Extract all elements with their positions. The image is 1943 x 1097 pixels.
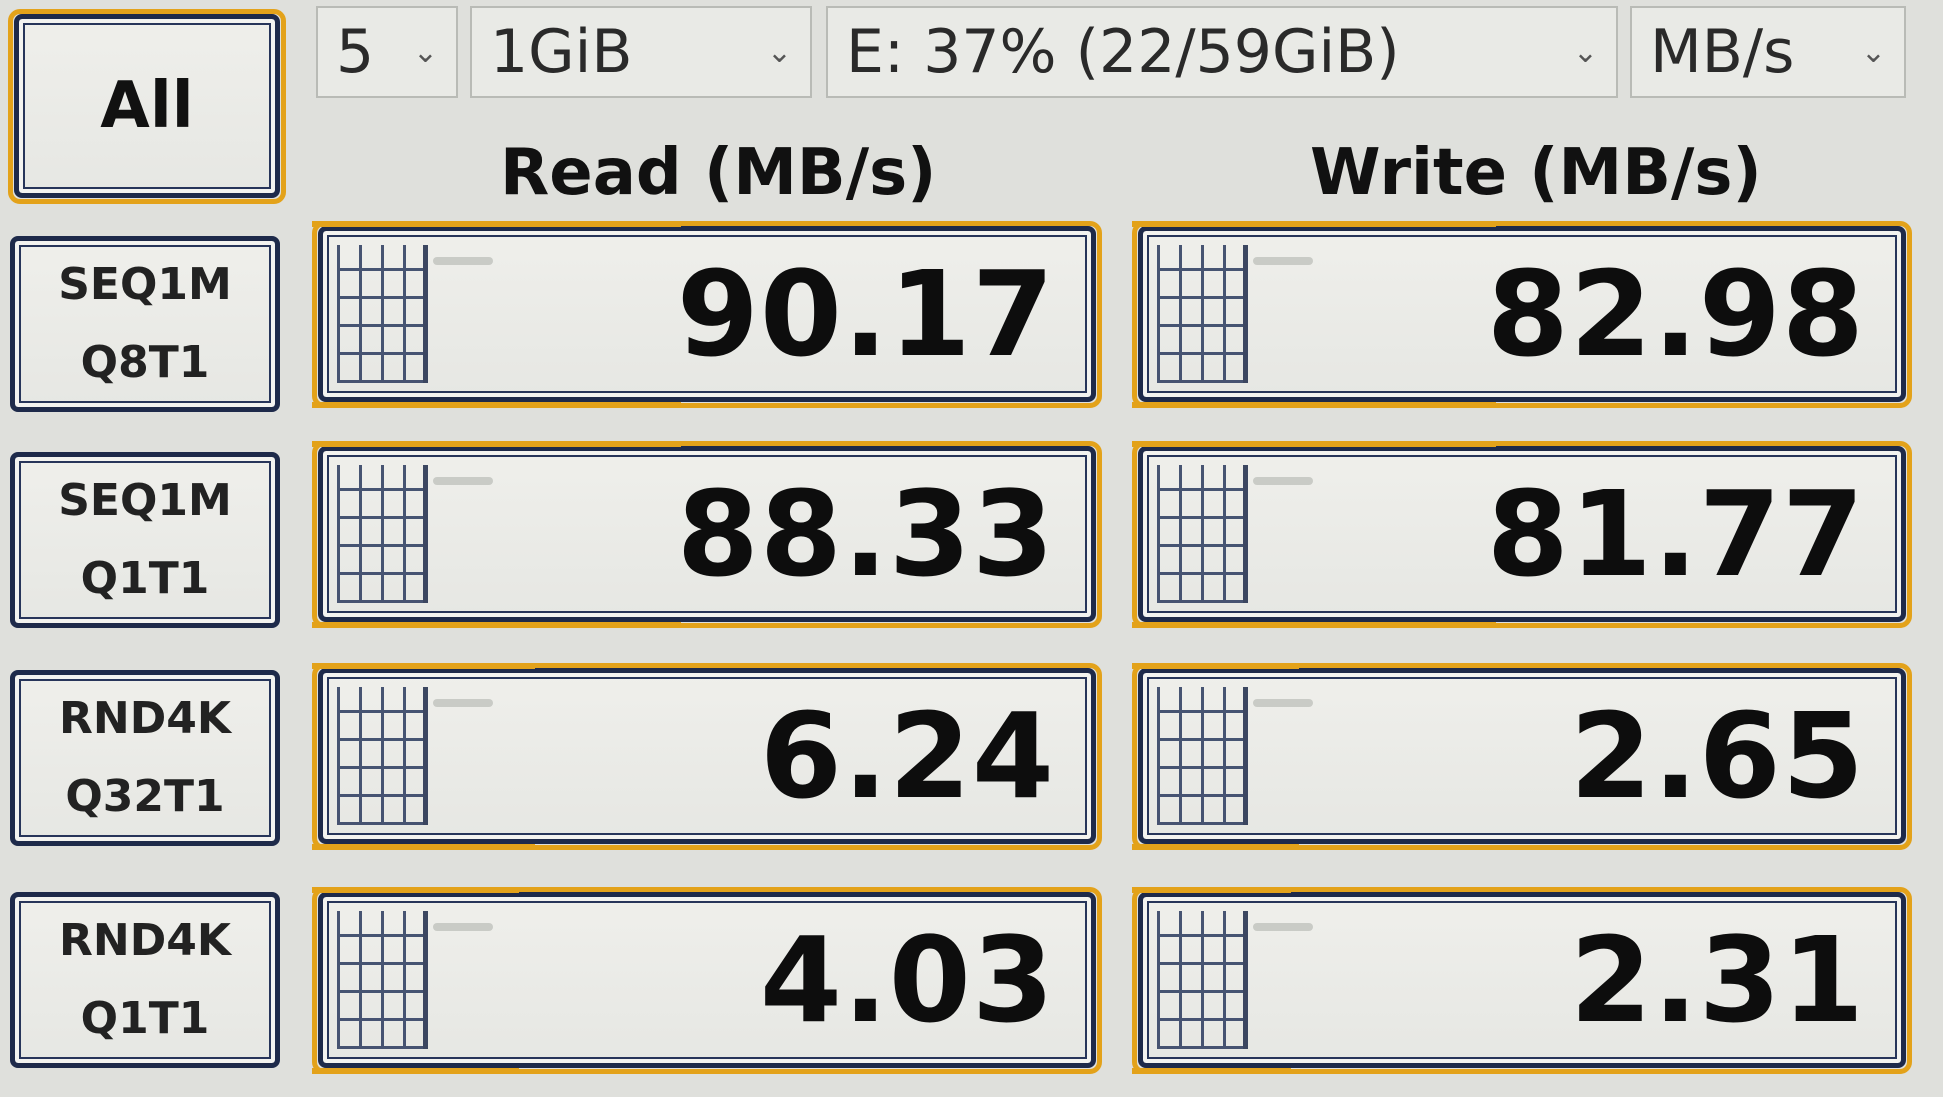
read-progress-bar: [312, 402, 681, 408]
test-button-rnd4k-q32t1[interactable]: RND4K Q32T1: [10, 670, 280, 846]
write-result: 82.98: [1132, 221, 1912, 408]
test-button-seq1m-q1t1[interactable]: SEQ1M Q1T1: [10, 452, 280, 628]
read-header: Read (MB/s): [500, 136, 937, 210]
read-result: 88.33: [312, 441, 1102, 628]
read-value: 4.03: [759, 911, 1055, 1049]
drive-value: E: 37% (22/59GiB): [846, 17, 1400, 87]
write-progress-bar: [1132, 663, 1299, 669]
test-button-rnd4k-q1t1[interactable]: RND4K Q1T1: [10, 892, 280, 1068]
grid-icon: [337, 465, 428, 603]
write-result: 2.65: [1132, 663, 1912, 850]
decor-swoosh: [433, 923, 493, 931]
unit-select[interactable]: MB/s ⌄: [1630, 6, 1906, 98]
grid-icon: [1157, 911, 1248, 1049]
write-progress-bar: [1132, 402, 1496, 408]
decor-swoosh: [1253, 699, 1313, 707]
chevron-down-icon: ⌄: [1572, 34, 1598, 70]
write-result: 2.31: [1132, 887, 1912, 1074]
read-progress-bar: [312, 844, 535, 850]
read-value: 90.17: [676, 245, 1055, 383]
test-size-select[interactable]: 1GiB ⌄: [470, 6, 812, 98]
grid-icon: [1157, 245, 1248, 383]
test-name: SEQ1M: [58, 475, 232, 526]
write-progress-bar: [1132, 1068, 1292, 1074]
grid-icon: [1157, 465, 1248, 603]
test-size-value: 1GiB: [490, 17, 633, 87]
read-progress-bar: [312, 887, 520, 893]
test-params: Q1T1: [80, 993, 210, 1044]
grid-icon: [337, 245, 428, 383]
decor-swoosh: [433, 257, 493, 265]
write-value: 2.65: [1569, 687, 1865, 825]
decor-swoosh: [1253, 923, 1313, 931]
grid-icon: [337, 911, 428, 1049]
write-progress-bar: [1132, 221, 1496, 227]
test-count-value: 5: [336, 17, 375, 87]
read-value: 88.33: [676, 465, 1055, 603]
write-progress-bar: [1132, 441, 1496, 447]
chevron-down-icon: ⌄: [1860, 34, 1886, 70]
write-progress-bar: [1132, 887, 1292, 893]
write-progress-bar: [1132, 844, 1299, 850]
read-progress-bar: [312, 663, 535, 669]
write-progress-bar: [1132, 622, 1496, 628]
write-value: 2.31: [1569, 911, 1865, 1049]
test-name: RND4K: [59, 693, 231, 744]
test-name: RND4K: [59, 915, 231, 966]
decor-swoosh: [433, 477, 493, 485]
read-progress-bar: [312, 622, 681, 628]
test-params: Q8T1: [80, 337, 210, 388]
test-name: SEQ1M: [58, 259, 232, 310]
grid-icon: [1157, 687, 1248, 825]
all-button[interactable]: All: [8, 9, 286, 204]
read-progress-bar: [312, 221, 681, 227]
all-button-label: All: [100, 69, 194, 143]
read-progress-bar: [312, 441, 681, 447]
write-value: 81.77: [1486, 465, 1865, 603]
read-result: 6.24: [312, 663, 1102, 850]
chevron-down-icon: ⌄: [412, 34, 438, 70]
test-params: Q32T1: [65, 771, 225, 822]
write-value: 82.98: [1486, 245, 1865, 383]
decor-swoosh: [433, 699, 493, 707]
test-button-seq1m-q8t1[interactable]: SEQ1M Q8T1: [10, 236, 280, 412]
write-header: Write (MB/s): [1310, 136, 1762, 210]
decor-swoosh: [1253, 477, 1313, 485]
read-progress-bar: [312, 1068, 520, 1074]
decor-swoosh: [1253, 257, 1313, 265]
drive-select[interactable]: E: 37% (22/59GiB) ⌄: [826, 6, 1618, 98]
unit-value: MB/s: [1650, 17, 1795, 87]
grid-icon: [337, 687, 428, 825]
diskmark-window: All 5 ⌄ 1GiB ⌄ E: 37% (22/59GiB) ⌄ MB/s …: [0, 0, 1943, 1097]
read-result: 90.17: [312, 221, 1102, 408]
chevron-down-icon: ⌄: [766, 34, 792, 70]
read-result: 4.03: [312, 887, 1102, 1074]
test-params: Q1T1: [80, 553, 210, 604]
test-count-select[interactable]: 5 ⌄: [316, 6, 458, 98]
write-result: 81.77: [1132, 441, 1912, 628]
read-value: 6.24: [759, 687, 1055, 825]
